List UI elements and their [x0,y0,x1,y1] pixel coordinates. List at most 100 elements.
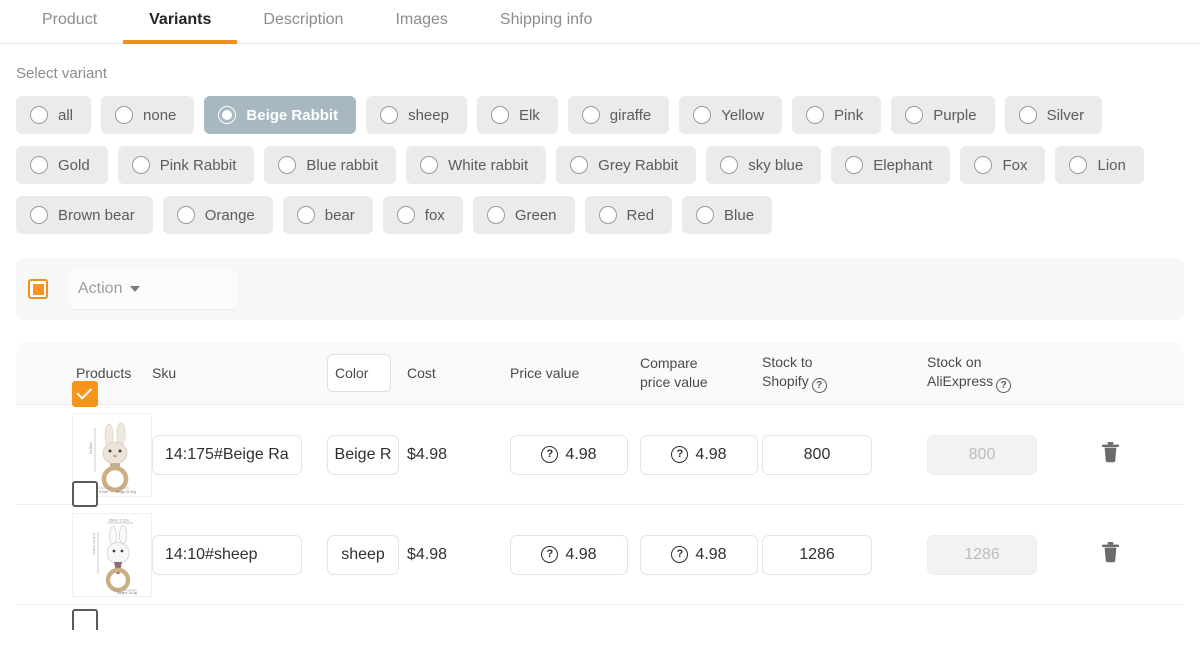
header-ali-line2: AliExpress? [927,372,1095,394]
variant-chip-yellow[interactable]: Yellow [679,96,783,134]
delete-cell [1095,541,1155,568]
trash-icon[interactable] [1101,441,1120,468]
trash-icon[interactable] [1101,541,1120,568]
row-checkbox[interactable] [72,380,98,407]
variant-chip-giraffe[interactable]: giraffe [567,96,670,134]
variant-chip-red[interactable]: Red [584,196,673,234]
question-circle-icon[interactable]: ? [996,378,1012,394]
radio-icon [176,206,195,224]
variant-chip-grey-rabbit[interactable]: Grey Rabbit [556,146,697,184]
variant-chip-orange[interactable]: Orange [162,196,273,234]
price-value-cell: ? 4.98 [510,434,640,475]
variant-chip-label: White rabbit [448,156,529,174]
header-color-input[interactable]: Color [327,354,391,392]
tab-shipping-info[interactable]: Shipping info [474,0,619,44]
header-ali-text: AliExpress [927,372,994,389]
price-value-text: 4.98 [565,445,597,463]
variant-chip-white-rabbit[interactable]: White rabbit [406,146,547,184]
variant-chip-label: Purple [933,106,977,124]
sku-input[interactable]: 14:175#Beige Ra [152,434,302,475]
variant-chip-all[interactable]: all [16,96,92,134]
variant-chip-blue-rabbit[interactable]: Blue rabbit [264,146,397,184]
svg-text:14.5cm / 5.71 in: 14.5cm / 5.71 in [92,532,96,554]
header-ali-line1: Stock on [927,353,982,370]
cost-value: $4.98 [407,545,448,563]
tab-variants[interactable]: Variants [123,0,238,44]
variant-chip-label: Red [626,206,655,224]
variant-chip-label: Yellow [721,106,765,124]
sku-input[interactable]: 14:10#sheep [152,534,302,575]
svg-text:20cm / 2.13 in: 20cm / 2.13 in [109,518,129,522]
variant-chip-blue[interactable]: Blue [682,196,773,234]
action-dropdown[interactable]: Action [68,269,238,309]
color-input[interactable]: sheep [327,534,399,575]
variant-chip-label: Blue [724,206,755,224]
compare-price-text: 4.98 [695,545,727,563]
stock-shopify-input[interactable]: 1286 [762,534,872,575]
variant-chip-label: fox [424,206,445,224]
header-price-value: Price value [510,365,580,381]
radio-icon [396,206,415,224]
compare-price-input[interactable]: ? 4.98 [640,434,758,475]
header-sku: Sku [152,365,177,381]
color-input[interactable]: Beige R [327,434,399,475]
stock-aliexpress-input: 1286 [927,534,1037,575]
variant-chip-purple[interactable]: Purple [891,96,995,134]
select-all-checkbox[interactable] [28,279,48,299]
variant-chip-fox[interactable]: fox [382,196,463,234]
variant-chip-elk[interactable]: Elk [476,96,558,134]
variant-chip-label: Fox [1002,156,1028,174]
variant-chip-silver[interactable]: Silver [1004,96,1103,134]
variant-chip-green[interactable]: Green [472,196,575,234]
product-thumbnail[interactable]: 20cm / 2.13 in 14.5cm / 5.71 in Weight: … [72,512,152,597]
variant-chip-label: Silver [1046,106,1085,124]
price-value-input[interactable]: ? 4.98 [510,434,628,475]
radio-icon [806,106,825,124]
table-row: 20cm / 2.13 in 14.5cm / 5.71 in Weight: … [16,480,1184,604]
price-value-input[interactable]: ? 4.98 [510,534,628,575]
radio-icon [693,106,712,124]
question-circle-icon: ? [541,546,559,563]
variant-chip-label: Blue rabbit [306,156,379,174]
sku-cell: 14:10#sheep [152,534,327,575]
compare-price-input[interactable]: ? 4.98 [640,534,758,575]
header-compare-line1: Compare [640,355,698,371]
variant-chip-label: Brown bear [58,206,135,224]
radio-icon [490,106,509,124]
radio-icon [581,106,600,124]
variant-chip-none[interactable]: none [101,96,195,134]
cost-value: $4.98 [407,445,448,463]
variant-chip-brown-bear[interactable]: Brown bear [16,196,153,234]
variant-chip-sky-blue[interactable]: sky blue [706,146,822,184]
question-circle-icon[interactable]: ? [811,378,827,394]
radio-icon [30,106,48,124]
variant-chip-label: Grey Rabbit [598,156,679,174]
row-checkbox[interactable] [72,480,98,507]
variant-chip-gold[interactable]: Gold [16,146,108,184]
variant-chip-pink[interactable]: Pink [792,96,882,134]
tab-images[interactable]: Images [369,0,473,44]
variant-chip-label: none [143,106,177,124]
tab-bar: Product Variants Description Images Ship… [0,0,1200,44]
radio-icon [131,156,150,174]
variants-table: Products Sku Color Cost Price value Comp… [16,342,1184,630]
variant-chip-lion[interactable]: Lion [1055,146,1144,184]
cost-cell: $4.98 [407,546,510,564]
radio-icon [420,156,439,174]
variant-chip-bear[interactable]: bear [282,196,373,234]
variant-chip-label: giraffe [609,106,652,124]
stock-aliexpress-input: 800 [927,434,1037,475]
row-checkbox[interactable] [72,609,98,630]
header-color-label: Color [335,365,369,381]
tab-description[interactable]: Description [237,0,369,44]
variant-chip-beige-rabbit[interactable]: Beige Rabbit [204,96,357,134]
variant-chip-sheep[interactable]: sheep [366,96,467,134]
variant-chip-elephant[interactable]: Elephant [831,146,951,184]
variant-chip-pink-rabbit[interactable]: Pink Rabbit [117,146,255,184]
variant-chip-fox-capital[interactable]: Fox [960,146,1046,184]
header-stock-on-aliexpress: Stock on AliExpress? [927,353,1095,394]
header-stock-to-shopify: Stock to Shopify? [762,353,927,394]
stock-shopify-input[interactable]: 800 [762,434,872,475]
header-products: Products [76,365,132,381]
tab-product[interactable]: Product [16,0,123,44]
